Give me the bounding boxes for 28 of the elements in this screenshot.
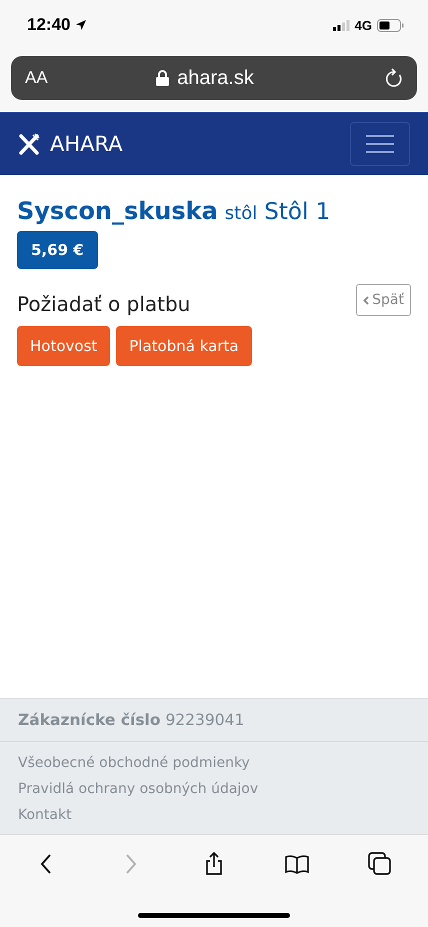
signal-icon [332, 20, 350, 30]
network-label: 4G [354, 18, 372, 32]
text-size-button[interactable]: AA [25, 68, 85, 88]
reload-icon[interactable] [385, 68, 403, 88]
chevron-left-icon [363, 296, 370, 304]
url-text: ahara.sk [177, 66, 254, 90]
footer-link[interactable]: Pravidlá ochrany osobných údajov [18, 778, 258, 800]
customer-number: Zákaznícke číslo 92239041 [0, 699, 428, 742]
clock-time: 12:40 [27, 15, 70, 35]
location-arrow-icon [75, 19, 88, 31]
tabs-icon[interactable] [368, 852, 392, 876]
payment-option-button[interactable]: Hotovost [17, 326, 110, 366]
battery-icon [377, 18, 404, 32]
table-label: stôl [224, 203, 258, 224]
menu-icon [366, 134, 394, 154]
restaurant-name: Syscon_skuska [17, 197, 218, 225]
address-bar[interactable]: AA ahara.sk [11, 56, 417, 100]
table-name: Stôl 1 [264, 199, 330, 225]
payment-heading: Požiadať o platbu [17, 292, 190, 316]
back-button[interactable]: Späť [356, 284, 411, 316]
footer-link[interactable]: Všeobecné obchodné podmienky [18, 752, 250, 774]
footer-link[interactable]: Kontakt [18, 804, 72, 826]
brand-name[interactable]: AHARA [50, 132, 123, 156]
fork-knife-icon [18, 133, 40, 155]
lock-icon [156, 70, 170, 86]
menu-button[interactable] [350, 122, 410, 166]
payment-option-button[interactable]: Platobná karta [116, 326, 252, 366]
total-badge: 5,69 € [17, 231, 98, 269]
